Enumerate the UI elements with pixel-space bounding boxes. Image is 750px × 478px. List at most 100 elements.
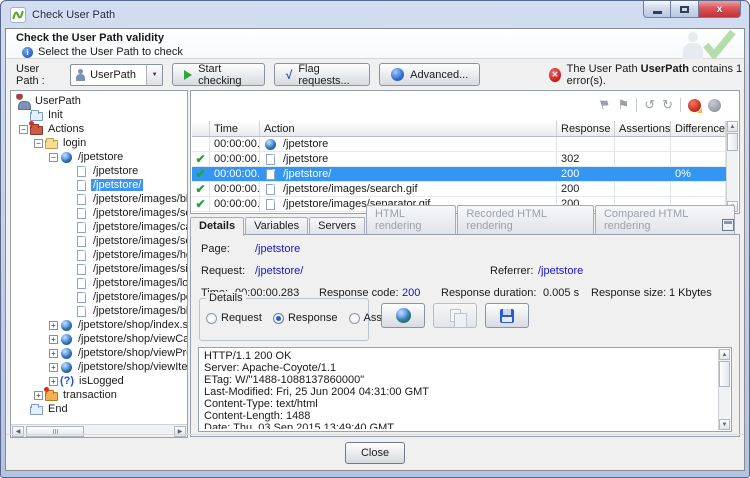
chevron-down-icon[interactable]: ▼ [146, 65, 162, 85]
tree-item[interactable]: /jpetstore/images/se [11, 206, 187, 220]
close-window-button[interactable]: x [699, 1, 741, 18]
response-vertical-scrollbar[interactable]: ▲ ▼ [718, 349, 730, 430]
expand-icon[interactable]: + [34, 391, 43, 400]
column-header[interactable]: Response ... [557, 121, 615, 136]
user-icon [17, 95, 31, 108]
page-link[interactable]: /jpetstore [255, 243, 300, 255]
details-groupbox: Details RequestResponseAssertions [199, 298, 369, 341]
open-in-browser-button[interactable] [381, 303, 425, 328]
tree-item-label: login [61, 137, 88, 149]
restore-panel-icon[interactable] [722, 219, 734, 231]
previous-difference-icon[interactable]: ↺ [644, 97, 655, 113]
tab-details[interactable]: Details [190, 217, 244, 236]
next-flag-icon[interactable]: ⚑ [618, 97, 630, 113]
response-scroll-thumb[interactable] [719, 361, 730, 387]
next-error-icon[interactable] [688, 99, 701, 112]
tree-item[interactable]: /jpetstore [11, 164, 187, 178]
referrer-link[interactable]: /jpetstore [538, 265, 583, 277]
table-scroll-thumb[interactable] [727, 133, 738, 151]
tree-item[interactable]: /jpetstore/images/po [11, 290, 187, 304]
tree-item[interactable]: +/jpetstore/shop/viewPro [11, 346, 187, 360]
results-table: TimeActionResponse ...AssertionsDifferen… [192, 121, 726, 212]
expand-icon[interactable]: + [49, 321, 58, 330]
advanced-button[interactable]: Advanced... [379, 63, 480, 86]
tree-item[interactable]: +/jpetstore/shop/index.sh [11, 318, 187, 332]
tree-item-label: /jpetstore/images/lo [91, 277, 187, 289]
column-header[interactable]: Assertions [615, 121, 671, 136]
request-link[interactable]: /jpetstore/ [255, 265, 303, 277]
flag-requests-button[interactable]: √ Flag requests... [274, 63, 370, 86]
tree-item[interactable]: +(?)isLogged [11, 374, 187, 388]
table-row[interactable]: ✔00:00:00.263/jpetstore302 [192, 152, 726, 167]
tab-variables[interactable]: Variables [245, 217, 308, 235]
next-difference-icon[interactable]: ↻ [662, 97, 673, 113]
tree-item[interactable]: +/jpetstore/shop/viewCat [11, 332, 187, 346]
footer-bar: Close [6, 434, 744, 470]
tree-item[interactable]: UserPath [11, 94, 187, 108]
radio-label: Response [288, 312, 338, 324]
previous-flag-icon[interactable]: ⚑ [597, 96, 613, 115]
expand-icon[interactable]: + [49, 363, 58, 372]
response-cell [557, 137, 615, 151]
table-row[interactable]: ✔00:00:00.318/jpetstore/images/search.gi… [192, 182, 726, 197]
maximize-button[interactable] [671, 1, 699, 18]
tree-item[interactable]: −/jpetstore [11, 150, 187, 164]
tree-item[interactable]: /jpetstore/images/he [11, 248, 187, 262]
assertions-cell [615, 167, 671, 181]
copy-button[interactable] [433, 303, 477, 328]
info-icon: i [22, 47, 33, 58]
response-code-value: 200 [402, 287, 420, 299]
page-icon [75, 277, 89, 290]
tree-item[interactable]: −Actions [11, 122, 187, 136]
radio-request[interactable]: Request [206, 312, 262, 324]
previous-error-icon[interactable] [708, 99, 721, 112]
column-header[interactable] [192, 121, 210, 136]
radio-label: Request [221, 312, 262, 324]
expand-icon[interactable]: + [49, 349, 58, 358]
minimize-button[interactable] [643, 1, 671, 18]
collapse-icon[interactable]: − [34, 139, 43, 148]
tree-item-label: /jpetstore/images/se [91, 207, 187, 219]
tree-item[interactable]: /jpetstore/ [11, 178, 187, 192]
response-content-area[interactable]: HTTP/1.1 200 OK Server: Apache-Coyote/1.… [198, 347, 732, 432]
tree-item[interactable]: /jpetstore/images/bk [11, 192, 187, 206]
radio-response[interactable]: Response [273, 312, 338, 324]
close-button[interactable]: Close [345, 442, 405, 464]
tree-item[interactable]: /jpetstore/images/bk [11, 304, 187, 318]
globe-icon [264, 138, 278, 151]
response-duration-value: 0.005 s [543, 287, 579, 299]
start-checking-button[interactable]: Start checking [172, 63, 265, 86]
save-button[interactable] [485, 303, 529, 328]
page-label: Page: [201, 243, 230, 255]
tree-item[interactable]: Init [11, 108, 187, 122]
tree-item[interactable]: /jpetstore/images/si [11, 262, 187, 276]
scroll-down-icon[interactable]: ▼ [719, 419, 730, 430]
tree-item[interactable]: /jpetstore/images/lo [11, 276, 187, 290]
tree-item-label: /jpetstore/images/ca [91, 221, 187, 233]
column-header[interactable]: Difference [671, 121, 726, 136]
tree-item[interactable]: − login [11, 136, 187, 150]
scroll-up-icon[interactable]: ▲ [727, 121, 738, 132]
column-header[interactable]: Action [260, 121, 557, 136]
tree-item[interactable]: +/jpetstore/shop/viewIte [11, 360, 187, 374]
scroll-up-icon[interactable]: ▲ [719, 349, 730, 360]
tree-item[interactable]: +transaction [11, 388, 187, 402]
collapse-icon[interactable]: − [19, 125, 28, 134]
user-path-icon [76, 69, 85, 81]
expand-icon[interactable]: + [49, 377, 58, 386]
tab-servers[interactable]: Servers [309, 217, 365, 235]
tree-item[interactable]: /jpetstore/images/se [11, 234, 187, 248]
user-path-select[interactable]: UserPath ▼ [70, 64, 163, 86]
table-vertical-scrollbar[interactable]: ▲ ▼ [726, 121, 738, 212]
table-header-row: TimeActionResponse ...AssertionsDifferen… [192, 121, 726, 137]
assertions-cell [615, 182, 671, 196]
tree-item[interactable]: End [11, 402, 187, 416]
column-header[interactable]: Time [210, 121, 260, 136]
tree-item[interactable]: /jpetstore/images/ca [11, 220, 187, 234]
expand-icon[interactable]: + [49, 335, 58, 344]
table-row[interactable]: ✔00:00:00.283/jpetstore/2000% [192, 167, 726, 182]
table-row[interactable]: 00:00:00.127/jpetstore [192, 137, 726, 152]
status-cell [192, 137, 210, 151]
action-cell: /jpetstore [260, 152, 557, 166]
collapse-icon[interactable]: − [49, 153, 58, 162]
